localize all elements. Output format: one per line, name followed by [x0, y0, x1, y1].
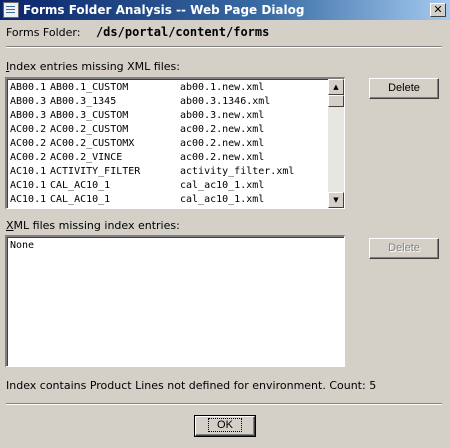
product-line-cell: AB00.1 — [10, 82, 47, 93]
close-icon: ✕ — [433, 3, 443, 16]
scroll-thumb[interactable] — [328, 95, 344, 107]
list-item[interactable]: AC00.2 AC00.2_CUSTOM ac00.2.new.xml — [10, 123, 330, 137]
index-delete-button[interactable]: Delete — [369, 78, 439, 99]
xml-file-cell: cal_ac10_1.xml — [180, 180, 265, 191]
bottom-divider — [6, 403, 442, 405]
list-item[interactable]: AC10.1 CAL_AC10_1 cal_ac10_1.xml — [10, 193, 330, 207]
product-line-cell: AB00.3 — [10, 96, 47, 107]
xml-file-cell: ac00.2.new.xml — [180, 138, 265, 149]
form-id-cell: CAL_AC10_1 — [50, 194, 111, 205]
form-id-cell: AB00.3_CUSTOM — [50, 110, 129, 121]
xml-file-cell: ac00.2.new.xml — [180, 152, 265, 163]
form-id-cell: ACTIVITY_FILTER — [50, 166, 141, 177]
product-line-cell: AB00.3 — [10, 110, 47, 121]
form-id-cell: CAL_AC10_1 — [50, 180, 111, 191]
xml-file-cell: activity_filter.xml — [180, 166, 295, 177]
form-id-cell: AB00.3_1345 — [50, 96, 117, 107]
xml-file-cell: ab00.1.new.xml — [180, 82, 265, 93]
form-id-cell: AC00.2_VINCE — [50, 152, 123, 163]
title-bar: Forms Folder Analysis -- Web Page Dialog… — [0, 0, 450, 20]
form-id-cell: AB00.1_CUSTOM — [50, 82, 129, 93]
folder-row: Forms Folder: /ds/portal/content/forms — [6, 25, 269, 39]
product-line-cell: AC10.1 — [10, 194, 47, 205]
list-item[interactable]: None — [10, 239, 34, 253]
xml-file-cell: ab00.3.1346.xml — [180, 96, 271, 107]
ok-button[interactable]: OK — [194, 415, 256, 437]
arrow-down-icon: ▼ — [333, 196, 339, 204]
index-list-scrollbar[interactable]: ▲ ▼ — [328, 79, 344, 208]
scroll-up-button[interactable]: ▲ — [328, 79, 344, 95]
xml-delete-button[interactable]: Delete — [369, 238, 439, 259]
product-line-cell: AC00.2 — [10, 124, 47, 135]
arrow-up-icon: ▲ — [333, 83, 339, 91]
list-item[interactable]: AC00.2 AC00.2_VINCE ac00.2.new.xml — [10, 151, 330, 165]
xml-file-cell: cal_ac10_1.xml — [180, 194, 265, 205]
list-item[interactable]: AB00.3 AB00.3_CUSTOM ab00.3.new.xml — [10, 109, 330, 123]
ok-label: OK — [208, 418, 242, 432]
xml-rows: None — [10, 239, 34, 253]
xml-section-label: XML files missing index entries: — [6, 219, 180, 232]
index-rows: AB00.1 AB00.1_CUSTOM ab00.1.new.xml AB00.3 A… — [10, 81, 330, 207]
window-title: Forms Folder Analysis -- Web Page Dialog — [23, 3, 305, 17]
dialog-icon — [3, 2, 19, 18]
index-entries-list[interactable]: AB00.1 AB00.1_CUSTOM ab00.1.new.xml AB00.3 A… — [5, 77, 345, 209]
form-id-cell: AC00.2_CUSTOM — [50, 124, 129, 135]
top-divider — [6, 46, 442, 48]
xml-file-cell: ac00.2.new.xml — [180, 124, 265, 135]
product-line-cell: AC00.2 — [10, 152, 47, 163]
list-item[interactable]: AC10.1 ACTIVITY_FILTER activity_filter.xml — [10, 165, 330, 179]
list-item[interactable]: AB00.1 AB00.1_CUSTOM ab00.1.new.xml — [10, 81, 330, 95]
product-line-cell: AC10.1 — [10, 166, 47, 177]
status-message: Index contains Product Lines not defined… — [6, 379, 377, 392]
product-line-cell: AC10.1 — [10, 180, 47, 191]
list-item[interactable]: AB00.3 AB00.3_1345 ab00.3.1346.xml — [10, 95, 330, 109]
close-button[interactable]: ✕ — [430, 3, 446, 17]
form-id-cell: AC00.2_CUSTOMX — [50, 138, 135, 149]
folder-label: Forms Folder: — [6, 26, 81, 39]
index-section-label: Index entries missing XML files: — [6, 60, 180, 73]
scroll-down-button[interactable]: ▼ — [328, 192, 344, 208]
xml-file-cell: ab00.3.new.xml — [180, 110, 265, 121]
folder-path: /ds/portal/content/forms — [95, 25, 270, 39]
list-item[interactable]: AC00.2 AC00.2_CUSTOMX ac00.2.new.xml — [10, 137, 330, 151]
product-line-cell: AC00.2 — [10, 138, 47, 149]
list-item[interactable]: AC10.1 CAL_AC10_1 cal_ac10_1.xml — [10, 179, 330, 193]
xml-files-list[interactable]: None — [5, 235, 345, 367]
